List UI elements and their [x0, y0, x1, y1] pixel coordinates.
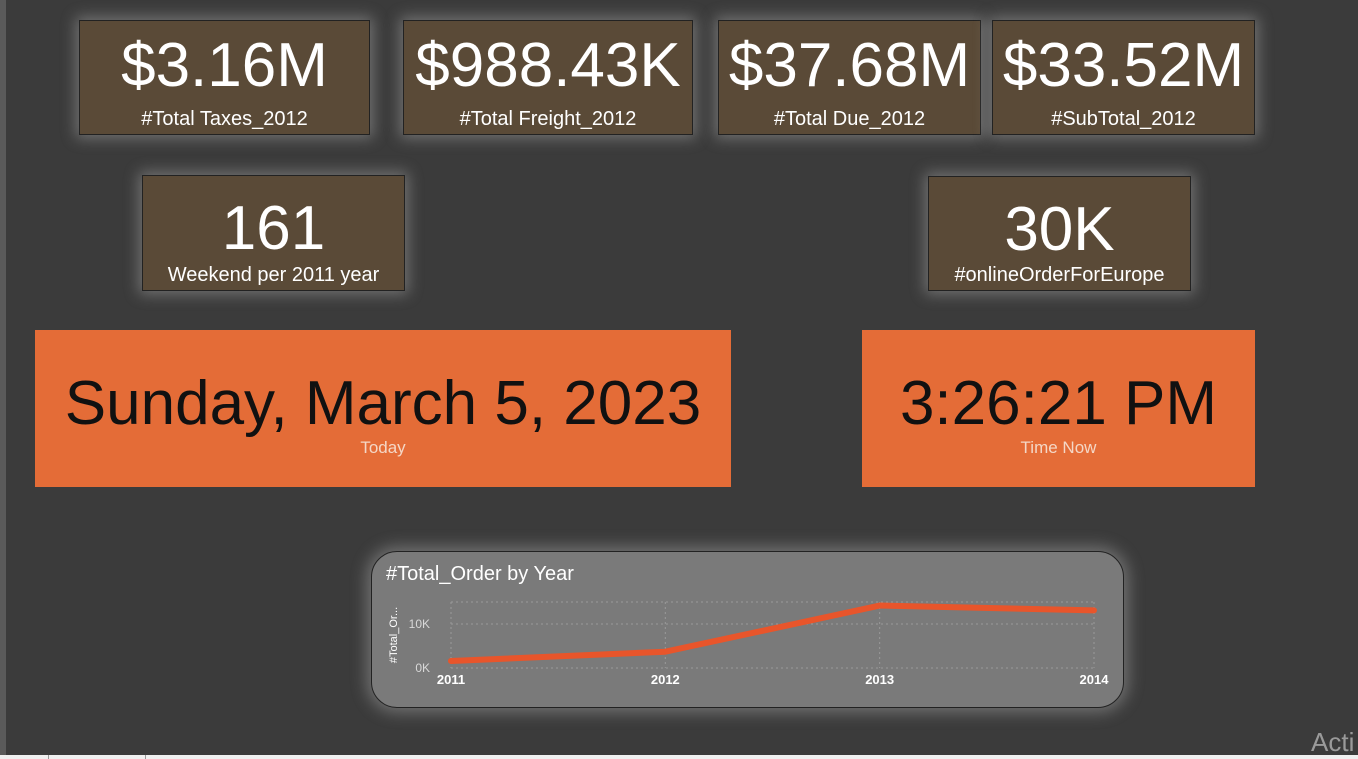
today-label: Today: [360, 438, 406, 457]
tab-divider: [145, 755, 146, 759]
y-tick-label: 0K: [415, 661, 430, 675]
tab-divider: [48, 755, 49, 759]
kpi-value: $988.43K: [415, 31, 681, 100]
kpi-label: #Total Freight_2012: [459, 108, 637, 130]
kpi-value: 30K: [1004, 195, 1115, 264]
time-now-card[interactable]: 3:26:21 PM Time Now: [862, 330, 1255, 487]
kpi-total-taxes[interactable]: $3.16M #Total Taxes_2012: [79, 20, 370, 135]
activate-windows-watermark: Acti: [1311, 727, 1355, 757]
total-order-by-year-chart[interactable]: #Total_Order by Year 0K 10K #Total_Or... 20…: [371, 551, 1124, 708]
bottom-tab-bar: [0, 755, 1358, 759]
x-tick-label: 2013: [865, 672, 894, 687]
kpi-weekend-2011[interactable]: 161 Weekend per 2011 year: [142, 175, 405, 291]
kpi-subtotal[interactable]: $33.52M #SubTotal_2012: [992, 20, 1255, 135]
kpi-label: #Total Taxes_2012: [141, 108, 308, 130]
x-tick-label: 2014: [1080, 672, 1110, 687]
kpi-value: 161: [221, 194, 326, 263]
y-tick-label: 10K: [409, 617, 430, 631]
x-tick-label: 2011: [437, 672, 465, 687]
x-tick-label: 2012: [651, 672, 680, 687]
today-card[interactable]: Sunday, March 5, 2023 Today: [35, 330, 731, 487]
kpi-total-due[interactable]: $37.68M #Total Due_2012: [718, 20, 981, 135]
kpi-value: $3.16M: [121, 31, 328, 100]
kpi-label: #SubTotal_2012: [1051, 108, 1196, 130]
kpi-online-order-europe[interactable]: 30K #onlineOrderForEurope: [928, 176, 1191, 291]
chart-plot: 0K 10K #Total_Or... 2011 2012 2013 2014: [388, 601, 1110, 687]
time-now-label: Time Now: [1020, 438, 1097, 457]
today-value: Sunday, March 5, 2023: [64, 369, 702, 438]
kpi-label: #Total Due_2012: [773, 108, 926, 130]
kpi-label: Weekend per 2011 year: [167, 264, 380, 286]
kpi-value: $33.52M: [1002, 31, 1245, 100]
window-left-border: [0, 0, 6, 759]
time-now-value: 3:26:21 PM: [899, 369, 1218, 438]
y-axis-title: #Total_Or...: [388, 607, 400, 663]
series-line: [448, 602, 1097, 664]
kpi-value: $37.68M: [728, 31, 971, 100]
kpi-total-freight[interactable]: $988.43K #Total Freight_2012: [403, 20, 693, 135]
kpi-label: #onlineOrderForEurope: [954, 264, 1165, 286]
